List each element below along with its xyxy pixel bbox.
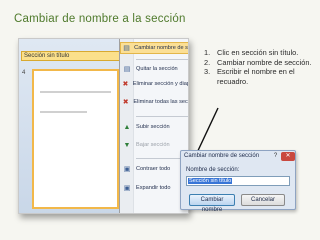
menu-item[interactable]: ▼ Bajar sección [120, 139, 188, 151]
step-number: 3. [204, 67, 211, 76]
menu-item[interactable]: ✖ Eliminar todas las secciones [120, 96, 188, 108]
section-name-input[interactable]: Sección sin título [186, 176, 290, 186]
menu-item-label: Eliminar todas las secciones [133, 99, 188, 105]
collapse-all-icon: ▣ [123, 166, 131, 173]
section-name-value: Sección sin título [188, 178, 233, 184]
menu-item-label: Expandir todo [136, 185, 171, 191]
section-name-label: Nombre de sección: [186, 167, 240, 173]
slide-title: Cambiar de nombre a la sección [14, 13, 186, 25]
cancel-button[interactable]: Cancelar [241, 194, 285, 206]
remove-section-icon: ▤ [123, 66, 131, 73]
expand-all-icon: ▣ [123, 185, 131, 192]
step-item: 1. Clic en sección sin título. [204, 48, 314, 58]
menu-item[interactable]: ▤ Cambiar nombre de sección [120, 42, 188, 54]
step-text: Cambiar nombre de sección. [217, 57, 312, 67]
slide-pane: Sección sin título 4 [19, 39, 122, 213]
step-number: 1. [204, 48, 211, 57]
menu-item-label: Quitar la sección [136, 66, 178, 72]
step-item: 2. Cambiar nombre de sección. [204, 58, 314, 68]
menu-item-label: Eliminar sección y diapositivas [132, 81, 188, 87]
powerpoint-screenshot: Sección sin título 4 ▤ Cambiar nombre de … [18, 38, 189, 214]
menu-item-label: Bajar sección [136, 142, 170, 148]
rename-section-icon: ▤ [123, 45, 130, 52]
menu-item-label: Cambiar nombre de sección [134, 45, 188, 51]
section-header[interactable]: Sección sin título [21, 51, 121, 61]
move-down-icon: ▼ [123, 141, 131, 149]
menu-item-label: Contraer todo [136, 166, 171, 172]
instruction-steps: 1. Clic en sección sin título. 2. Cambia… [204, 48, 314, 86]
menu-item-label: Subir sección [136, 124, 170, 130]
slide-thumbnail[interactable] [32, 69, 119, 209]
menu-separator [136, 59, 188, 60]
rename-section-dialog: Cambiar nombre de sección ? ✕ Nombre de … [180, 150, 296, 213]
context-menu: ▤ Cambiar nombre de sección ▤ Quitar la sec… [119, 39, 188, 213]
step-text: Clic en sección sin título. [217, 48, 299, 57]
step-text: Escribir el nombre en el recuadro. [217, 67, 295, 86]
move-up-icon: ▲ [123, 123, 131, 131]
menu-item[interactable]: ▤ Quitar la sección [120, 63, 188, 75]
step-number: 2. [204, 57, 211, 67]
menu-item[interactable]: ✖Eliminar sección y diapositivas [120, 78, 188, 90]
rename-button[interactable]: Cambiar nombre [189, 194, 235, 213]
menu-item[interactable]: ▣ Expandir todo [120, 182, 188, 194]
delete-section-slides-icon: ✖ [122, 81, 129, 88]
slide-number: 4 [22, 70, 26, 76]
help-icon[interactable]: ? [271, 152, 280, 161]
close-icon[interactable]: ✕ [281, 152, 295, 161]
step-item: 3. Escribir el nombre en el recuadro. [204, 67, 314, 86]
dialog-title: Cambiar nombre de sección [184, 153, 260, 159]
menu-separator [136, 116, 188, 117]
menu-item[interactable]: ▣ Contraer todo [120, 163, 188, 175]
menu-item[interactable]: ▲ Subir sección [120, 121, 188, 133]
delete-all-sections-icon: ✖ [122, 99, 129, 106]
